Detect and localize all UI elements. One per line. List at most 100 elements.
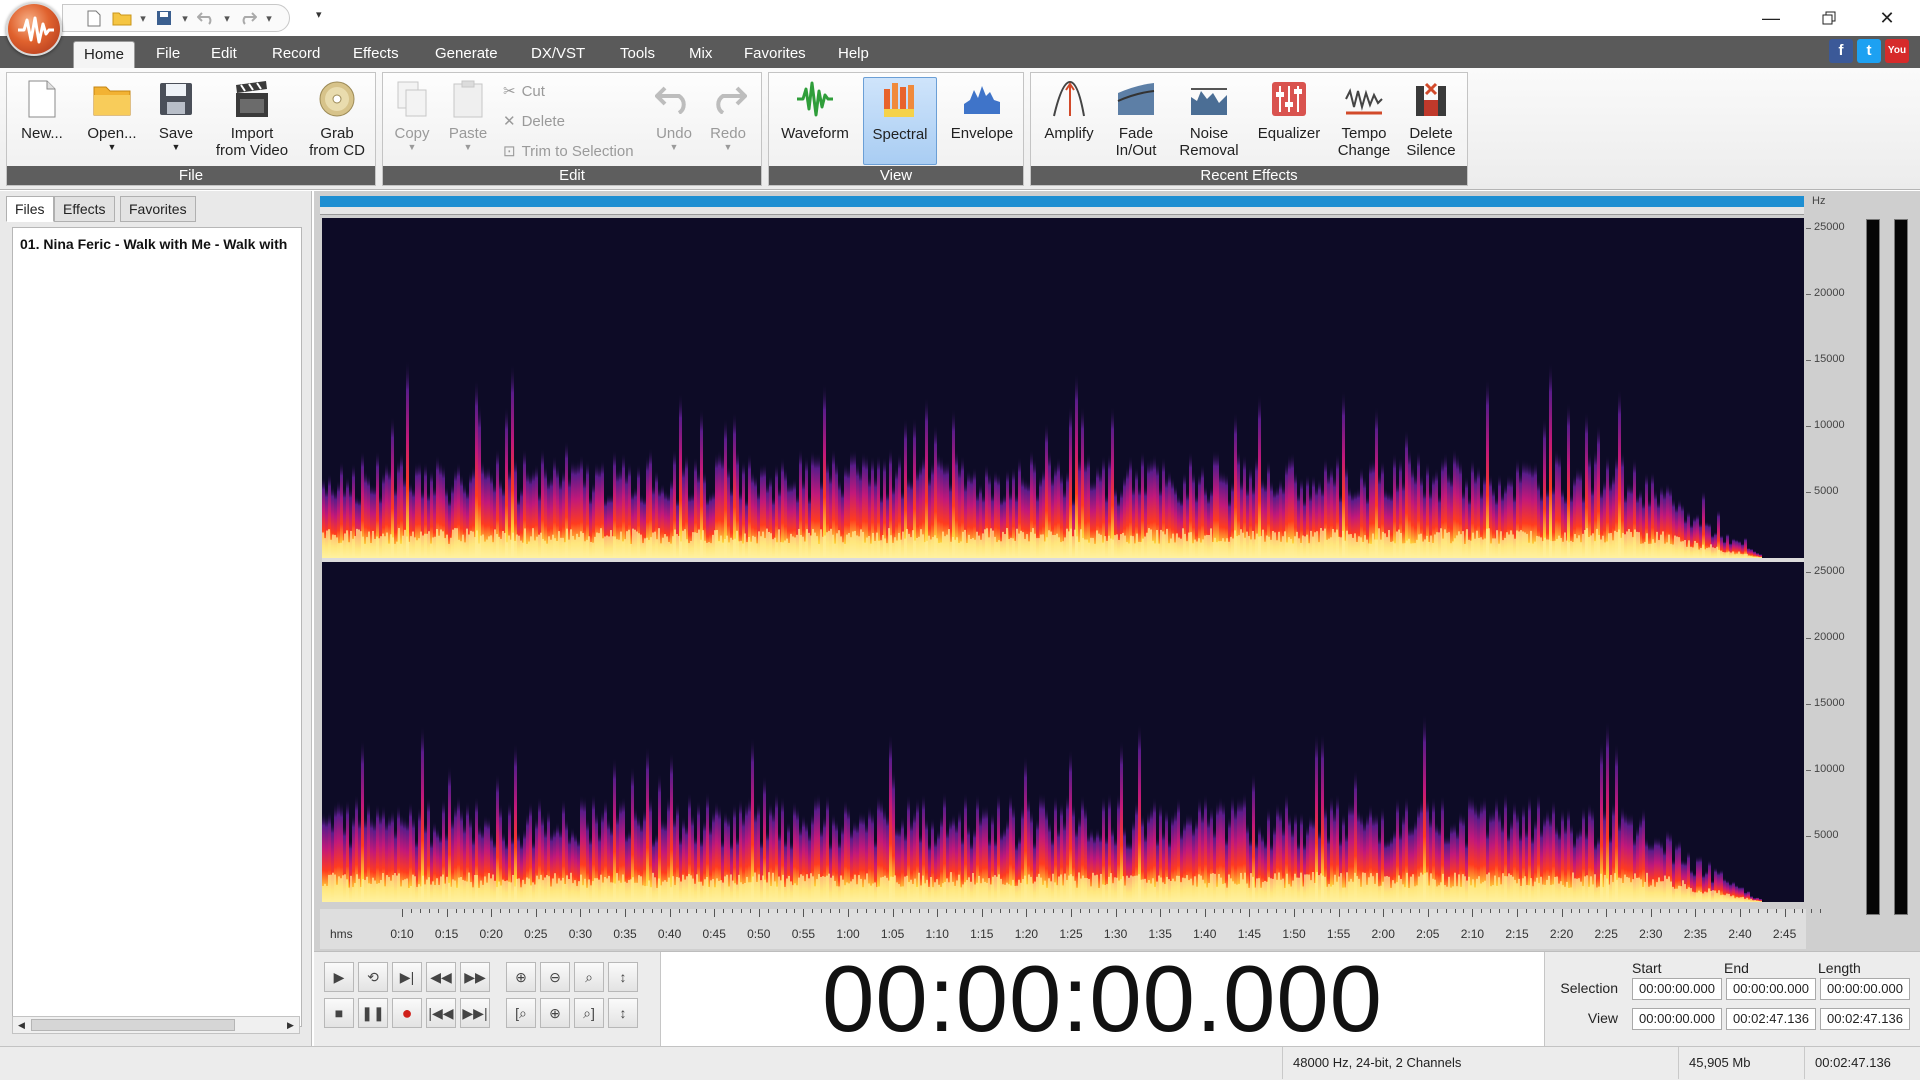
fade-in-out-button[interactable]: Fade In/Out [1103,77,1169,165]
channel-left-spectrogram[interactable] [322,218,1804,558]
delete-silence-button[interactable]: Delete Silence [1399,77,1463,165]
qat-redo-dropdown[interactable]: ▾ [263,7,275,29]
paste-button[interactable]: Paste ▼ [443,77,493,165]
amplify-button[interactable]: Amplify [1037,77,1101,165]
overview-strip[interactable] [320,207,1804,215]
view-end-field[interactable]: 00:02:47.136 [1726,1008,1816,1030]
qat-undo-button[interactable] [193,7,219,29]
tab-home[interactable]: Home [73,41,136,68]
stop-button[interactable]: ■ [324,998,354,1028]
save-button[interactable]: Save ▼ [151,77,201,165]
qat-redo-button[interactable] [235,7,261,29]
overview-bar[interactable] [320,196,1804,207]
grab-from-cd-button[interactable]: Grab from CD [303,77,371,165]
qat-new-button[interactable] [81,7,107,29]
scrollbar-thumb[interactable] [31,1019,235,1031]
fast-forward-button[interactable]: ▶▶ [460,962,490,992]
cut-button[interactable]: ✂ Cut [503,79,545,103]
spectrogram-peak [1074,529,1076,558]
tab-help[interactable]: Help [828,41,879,68]
selection-length-field[interactable]: 00:00:00.000 [1820,978,1910,1000]
spectrogram-peak [598,533,600,558]
tab-file[interactable]: File [146,41,190,68]
pause-button[interactable]: ❚❚ [358,998,388,1028]
envelope-view-button[interactable]: Envelope [945,77,1019,165]
rewind-button[interactable]: ◀◀ [426,962,456,992]
play-to-end-button[interactable]: ▶| [392,962,422,992]
tab-tools[interactable]: Tools [610,41,665,68]
spectrogram-peak [1452,886,1454,902]
spectrogram-peak [1100,534,1102,558]
qat-open-button[interactable] [109,7,135,29]
channel-right-spectrogram[interactable] [322,562,1804,902]
spectrogram-peak [1060,874,1062,902]
undo-button[interactable]: Undo ▼ [651,77,697,165]
tab-dxvst[interactable]: DX/VST [521,41,595,68]
play-button[interactable]: ▶ [324,962,354,992]
spectrogram-peak [1536,535,1538,558]
tab-favorites[interactable]: Favorites [734,41,816,68]
zoom-out-button[interactable]: ⊖ [540,962,570,992]
qat-save-dropdown[interactable]: ▾ [179,7,191,29]
tab-mix[interactable]: Mix [679,41,722,68]
spectrogram-peak [1244,537,1246,558]
spectrogram-peak [1674,888,1676,902]
zoom-out-vertical-button[interactable]: ↕ [608,998,638,1028]
spectrogram-peak [1140,542,1142,558]
close-button[interactable]: ✕ [1858,0,1916,36]
view-length-field[interactable]: 00:02:47.136 [1820,1008,1910,1030]
waveform-view-button[interactable]: Waveform [777,77,853,165]
time-ruler[interactable]: hms 0:10 0:15 0:20 0:25 0:30 0:35 0:40 0:45 0:50… [320,909,1822,949]
zoom-full-button[interactable]: ⌕ [574,962,604,992]
go-to-end-button[interactable]: ▶▶| [460,998,490,1028]
redo-button[interactable]: Redo ▼ [705,77,751,165]
loop-button[interactable]: ⟲ [358,962,388,992]
scroll-left-icon[interactable]: ◀ [13,1017,30,1033]
import-from-video-button[interactable]: Import from Video [207,77,297,165]
zoom-to-end-button[interactable]: ⌕] [574,998,604,1028]
panel-tab-effects[interactable]: Effects [54,196,115,222]
zoom-vertical-button[interactable]: ↕ [608,962,638,992]
tab-record[interactable]: Record [262,41,330,68]
qat-save-button[interactable] [151,7,177,29]
tab-effects[interactable]: Effects [343,41,409,68]
qat-undo-dropdown[interactable]: ▾ [221,7,233,29]
trim-to-selection-button[interactable]: ⊡ Trim to Selection [503,139,634,163]
file-list-scrollbar[interactable]: ◀ ▶ [12,1016,300,1034]
list-item[interactable]: 01. Nina Feric - Walk with Me - Walk wit… [20,236,298,252]
app-menu-button[interactable] [6,2,62,56]
panel-tab-favorites[interactable]: Favorites [120,196,196,222]
panel-tab-files[interactable]: Files [6,196,54,222]
spectrogram-peak [824,535,826,558]
noise-removal-button[interactable]: Noise Removal [1171,77,1247,165]
delete-button[interactable]: ✕ Delete [503,109,565,133]
zoom-selection-button[interactable]: [⌕ [506,998,536,1028]
equalizer-button[interactable]: Equalizer [1249,77,1329,165]
selection-end-field[interactable]: 00:00:00.000 [1726,978,1816,1000]
spectral-view-button[interactable]: Spectral [863,77,937,165]
zoom-in-vertical-button[interactable]: ⊕ [540,998,570,1028]
spectrogram-peak [742,884,744,902]
twitter-icon[interactable]: t [1857,39,1881,63]
customize-qat-button[interactable]: ▾ [316,8,330,26]
copy-button[interactable]: Copy ▼ [387,77,437,165]
qat-open-dropdown[interactable]: ▾ [137,7,149,29]
scroll-right-icon[interactable]: ▶ [282,1017,299,1033]
tempo-change-button[interactable]: Tempo Change [1331,77,1397,165]
restore-button[interactable] [1800,0,1858,36]
selection-start-field[interactable]: 00:00:00.000 [1632,978,1722,1000]
tab-edit[interactable]: Edit [201,41,247,68]
new-button[interactable]: New... [13,77,71,165]
open-button[interactable]: Open... ▼ [81,77,143,165]
zoom-in-button[interactable]: ⊕ [506,962,536,992]
spectrogram-peak [1650,543,1652,558]
record-button[interactable]: ● [392,998,422,1028]
facebook-icon[interactable]: f [1829,39,1853,63]
youtube-icon[interactable]: You [1885,39,1909,63]
spectrogram-peak [1048,530,1050,558]
minimize-button[interactable]: — [1742,0,1800,36]
tab-generate[interactable]: Generate [425,41,508,68]
spectrogram-peak [1248,536,1250,558]
view-start-field[interactable]: 00:00:00.000 [1632,1008,1722,1030]
go-to-start-button[interactable]: |◀◀ [426,998,456,1028]
